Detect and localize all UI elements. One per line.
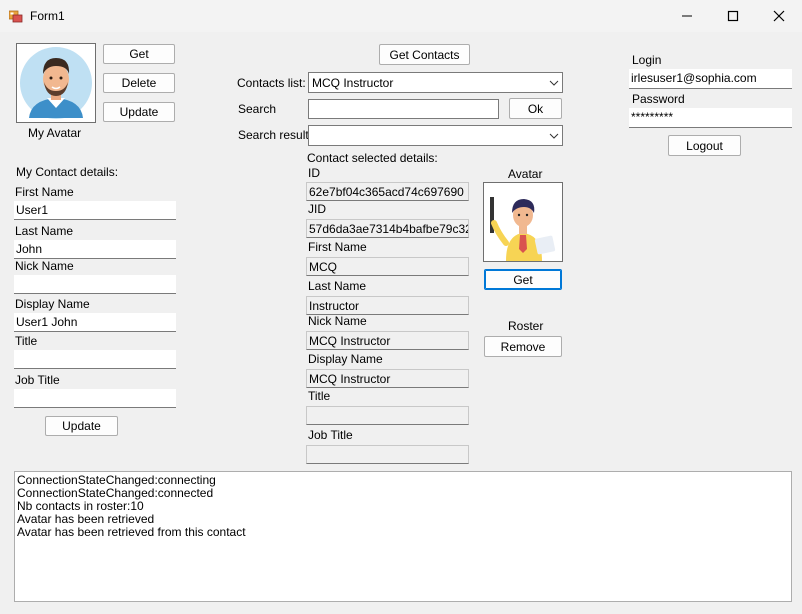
contact-nick-name-field[interactable]: MCQ Instructor [306, 331, 469, 350]
contact-id-field[interactable]: 62e7bf04c365acd74c697690 [306, 182, 469, 201]
contacts-list-value: MCQ Instructor [312, 75, 394, 90]
update-avatar-button[interactable]: Update [103, 102, 175, 122]
password-field[interactable]: ********* [629, 108, 792, 128]
contacts-list-dropdown[interactable]: MCQ Instructor [308, 72, 563, 93]
instructor-avatar-icon [490, 197, 556, 261]
log-line: Avatar has been retrieved from this cont… [17, 525, 246, 539]
chevron-down-icon [549, 80, 559, 86]
contact-last-name-label: Last Name [308, 279, 367, 293]
title-label: Title [15, 334, 38, 348]
my-contact-details-heading: My Contact details: [16, 165, 119, 179]
minimize-icon [682, 15, 692, 16]
contact-job-title-label: Job Title [308, 428, 353, 442]
contact-avatar-label: Avatar [508, 167, 543, 181]
contacts-list-label: Contacts list: [237, 76, 306, 90]
contact-job-title-field[interactable] [306, 445, 469, 464]
job-title-field[interactable] [14, 389, 176, 408]
password-label: Password [632, 92, 685, 106]
update-contact-button[interactable]: Update [45, 416, 118, 436]
ok-button[interactable]: Ok [509, 98, 562, 119]
my-avatar-picture [16, 43, 96, 123]
get-contacts-button[interactable]: Get Contacts [379, 44, 470, 65]
get-avatar-button[interactable]: Get [103, 44, 175, 64]
contact-jid-label: JID [308, 202, 326, 216]
contact-display-name-label: Display Name [308, 352, 383, 366]
first-name-field[interactable]: User1 [14, 201, 176, 220]
roster-label: Roster [508, 319, 544, 333]
window-title: Form1 [30, 9, 65, 23]
contact-title-label: Title [308, 389, 331, 403]
app-icon [8, 9, 23, 23]
search-label: Search [238, 102, 277, 116]
job-title-label: Job Title [15, 373, 60, 387]
remove-from-roster-button[interactable]: Remove [484, 336, 562, 357]
delete-avatar-button[interactable]: Delete [103, 73, 175, 93]
contact-selected-heading: Contact selected details: [307, 151, 438, 165]
nick-name-label: Nick Name [15, 259, 74, 273]
contact-first-name-label: First Name [308, 240, 367, 254]
login-label: Login [632, 53, 662, 67]
man-avatar-icon [20, 47, 92, 119]
first-name-label: First Name [15, 185, 74, 199]
get-contact-avatar-button[interactable]: Get [484, 269, 562, 290]
title-field[interactable] [14, 350, 176, 369]
close-button[interactable] [756, 0, 802, 31]
contact-jid-field[interactable]: 57d6da3ae7314b4bafbe79c3245 [306, 219, 469, 238]
close-icon [773, 10, 785, 21]
search-input[interactable] [308, 99, 499, 119]
my-avatar-caption: My Avatar [28, 126, 82, 140]
logout-button[interactable]: Logout [668, 135, 741, 156]
last-name-field[interactable]: John [14, 240, 176, 259]
contact-avatar-picture [483, 182, 563, 262]
contact-display-name-field[interactable]: MCQ Instructor [306, 369, 469, 388]
display-name-label: Display Name [15, 297, 90, 311]
display-name-field[interactable]: User1 John [14, 313, 176, 332]
minimize-button[interactable] [664, 0, 710, 31]
login-field[interactable]: irlesuser1@sophia.com [629, 69, 792, 89]
last-name-label: Last Name [15, 224, 74, 238]
maximize-button[interactable] [710, 0, 756, 31]
chevron-down-icon [549, 133, 559, 139]
contact-nick-name-label: Nick Name [308, 314, 367, 328]
contact-id-label: ID [308, 166, 320, 180]
contact-first-name-field[interactable]: MCQ [306, 257, 469, 276]
contact-title-field[interactable] [306, 406, 469, 425]
search-result-dropdown[interactable] [308, 125, 563, 146]
contact-last-name-field[interactable]: Instructor [306, 296, 469, 315]
nick-name-field[interactable] [14, 275, 176, 294]
search-result-label: Search result: [238, 128, 313, 142]
log-textbox[interactable]: ConnectionStateChanged:connecting Connec… [14, 471, 792, 602]
maximize-icon [727, 10, 739, 21]
